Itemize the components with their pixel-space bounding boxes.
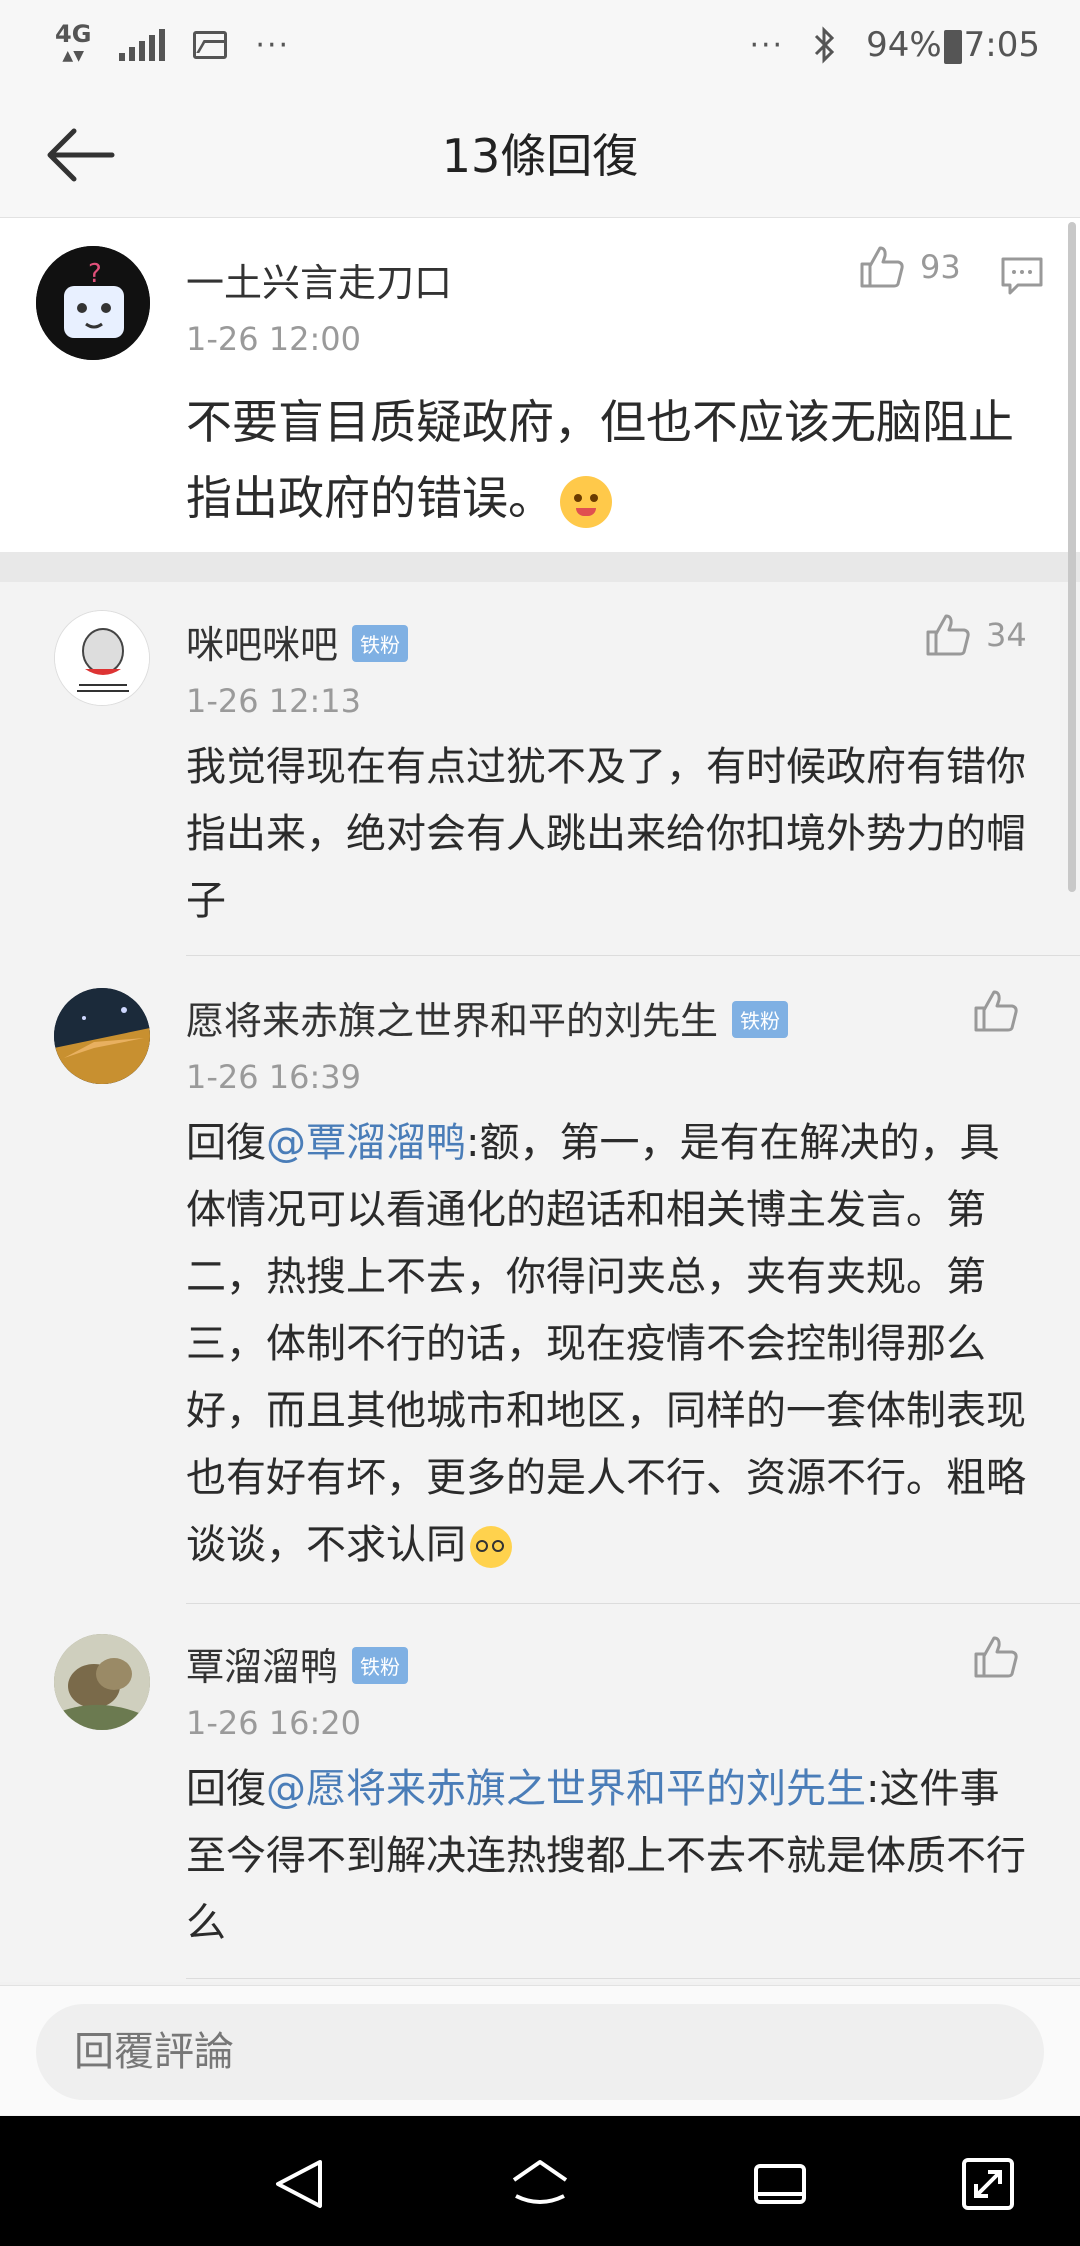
comment-time: 1-26 12:00 (186, 320, 362, 358)
reply-prefix: 回復 (186, 1120, 266, 1166)
fan-badge: 铁粉 (352, 1647, 409, 1684)
comment-author[interactable]: 一土兴言走刀口 (186, 252, 452, 307)
reply-author-name[interactable]: 咪吧咪吧 (186, 623, 338, 667)
fan-badge: 铁粉 (352, 625, 409, 662)
mention-link[interactable]: @愿将来赤旗之世界和平的刘先生 (266, 1766, 866, 1812)
scrollbar[interactable] (1068, 222, 1076, 892)
recents-icon[interactable] (750, 2156, 810, 2212)
reply-time: 1-26 16:20 (186, 1704, 362, 1742)
home-icon[interactable] (510, 2156, 570, 2212)
signal-icon (119, 29, 166, 61)
more-notifications-icon: ··· (255, 27, 291, 63)
battery-percent: 94% (866, 25, 942, 65)
emoji-icon (560, 475, 612, 528)
like-count: 34 (986, 616, 1027, 654)
section-divider (0, 552, 1080, 582)
reply-author-name[interactable]: 覃溜溜鸭 (186, 1645, 338, 1689)
reply-time: 1-26 16:39 (186, 1058, 362, 1096)
avatar[interactable] (54, 1634, 150, 1730)
like-count: 93 (920, 248, 961, 286)
emoji-icon (470, 1526, 512, 1568)
divider (186, 1603, 1080, 1604)
reply-input[interactable]: 回覆評論 (36, 2004, 1044, 2100)
status-bar: 4G ▲▼ ··· ··· 94% 7:05 (0, 0, 1080, 90)
reply-author[interactable]: 咪吧咪吧 铁粉 (186, 614, 409, 669)
more-status-icon: ··· (749, 27, 785, 63)
reply-body: 回復@愿将来赤旗之世界和平的刘先生:这件事至今得不到解决连热搜都上不去不就是体质… (186, 1756, 1036, 1957)
network-4g-icon: 4G ▲▼ (55, 20, 92, 64)
like-button[interactable] (972, 1634, 1020, 1680)
thumbs-up-icon (974, 1636, 1018, 1678)
triangle-back-icon[interactable] (270, 2156, 330, 2212)
reply-text: :额，第一，是有在解决的，具体情况可以看通化的超话和相关博主发言。第二，热搜上不… (186, 1120, 1026, 1568)
reply-input-bar: 回覆評論 (0, 1985, 1080, 2115)
page-title: 13條回復 (441, 129, 639, 183)
thumbs-up-icon (860, 246, 904, 288)
reply-author[interactable]: 覃溜溜鸭 铁粉 (186, 1636, 409, 1691)
svg-text:?: ? (88, 259, 102, 289)
system-navigation-bar (0, 2116, 1080, 2246)
bluetooth-icon (815, 26, 835, 64)
reply-author-name[interactable]: 愿将来赤旗之世界和平的刘先生 (186, 999, 718, 1043)
like-button[interactable]: 34 (924, 612, 1027, 658)
reply-list: 咪吧咪吧 铁粉 1-26 12:13 34 我觉得现在有点过犹不及了，有时候政府有… (0, 582, 1080, 1982)
reply-time: 1-26 12:13 (186, 682, 362, 720)
thumbs-up-icon (974, 990, 1018, 1032)
divider (186, 955, 1080, 956)
like-button[interactable] (972, 988, 1020, 1034)
reply-body: 回復@覃溜溜鸭:额，第一，是有在解决的，具体情况可以看通化的超话和相关博主发言。… (186, 1110, 1036, 1579)
divider (186, 1978, 1080, 1979)
avatar[interactable]: ? (36, 246, 150, 360)
battery-status: 94% 7:05 (866, 25, 1040, 65)
main-comment: ? 一土兴言走刀口 1-26 12:00 93 不要盲目质疑政府，但也不应该无脑… (0, 218, 1080, 552)
reply-author[interactable]: 愿将来赤旗之世界和平的刘先生 铁粉 (186, 990, 789, 1045)
reply-prefix: 回復 (186, 1766, 266, 1812)
clock: 7:05 (963, 25, 1040, 65)
avatar[interactable] (54, 988, 150, 1084)
avatar[interactable] (54, 610, 150, 706)
comment-body: 不要盲目质疑政府，但也不应该无脑阻止指出政府的错误。 (186, 384, 1026, 536)
comment-icon[interactable] (1000, 256, 1044, 296)
image-notification-icon (193, 31, 228, 59)
reply-text: 我觉得现在有点过犹不及了，有时候政府有错你指出来，绝对会有人跳出来给你扣境外势力… (186, 744, 1026, 924)
mention-link[interactable]: @覃溜溜鸭 (266, 1120, 466, 1166)
expand-icon[interactable] (958, 2156, 1018, 2212)
thumbs-up-icon (926, 614, 970, 656)
like-button[interactable]: 93 (858, 244, 961, 290)
fan-badge: 铁粉 (732, 1001, 789, 1038)
battery-icon (943, 29, 962, 64)
header: 13條回復 (0, 90, 1080, 218)
